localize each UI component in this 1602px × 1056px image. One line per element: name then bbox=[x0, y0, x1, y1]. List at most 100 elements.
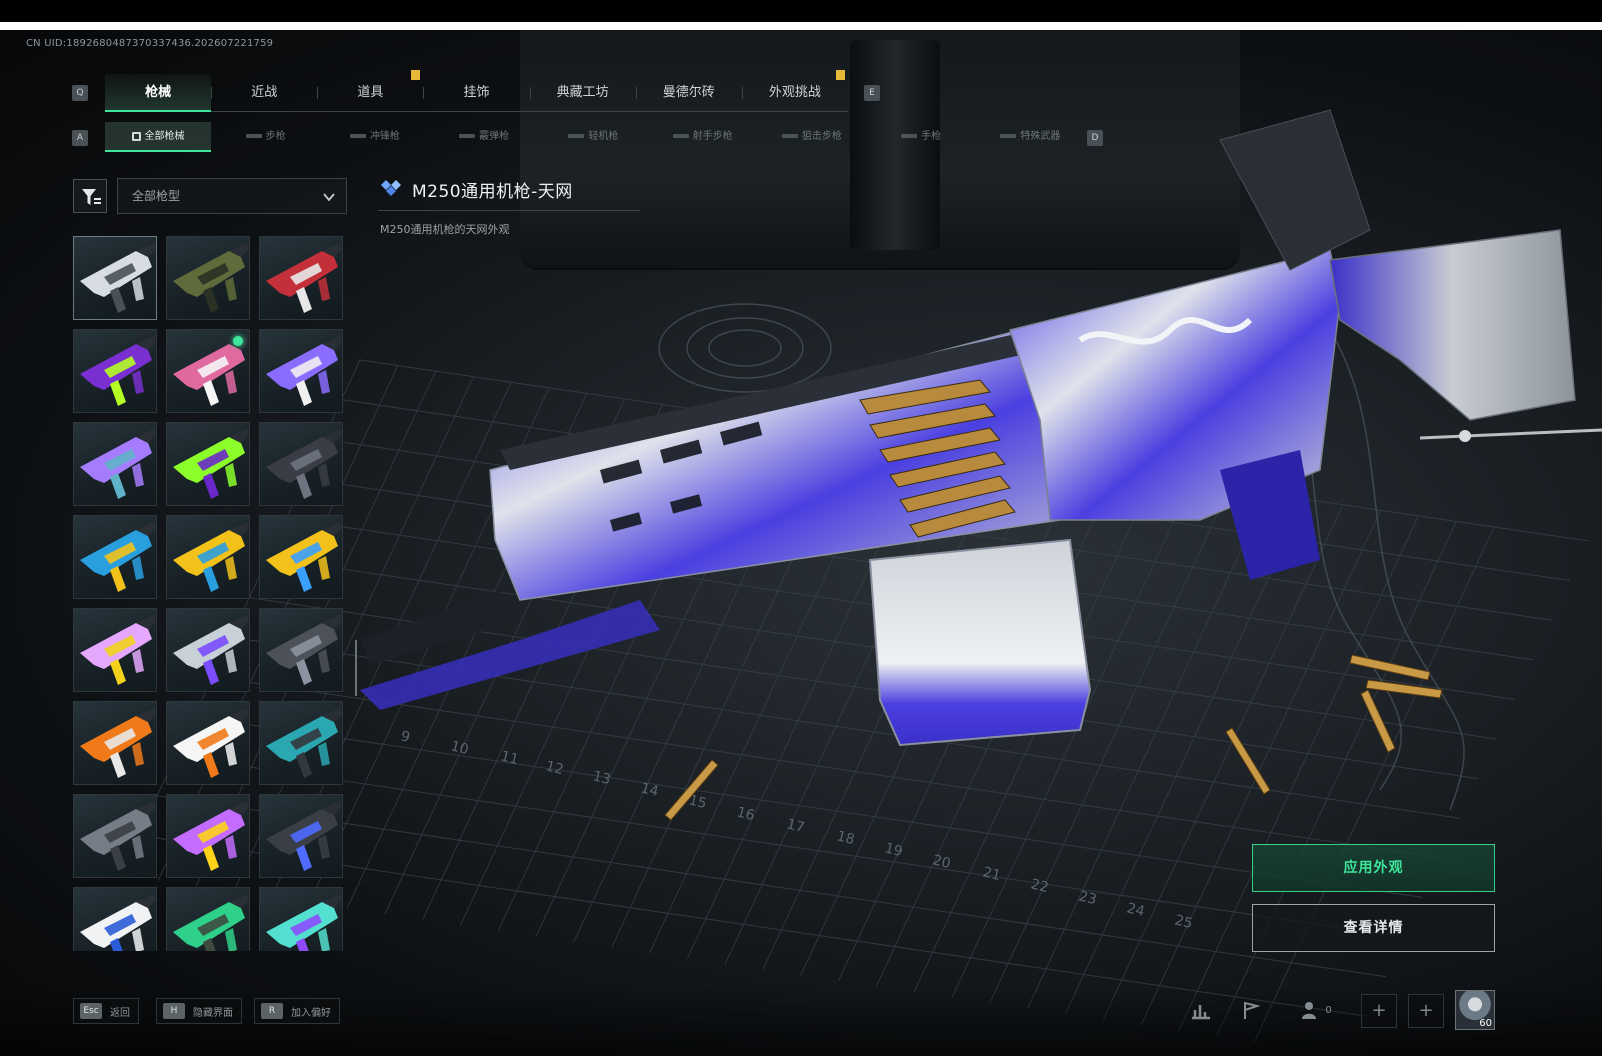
player-avatar[interactable]: 60 bbox=[1455, 990, 1495, 1030]
weapon-skin-thumbnail bbox=[266, 522, 342, 592]
tab-notification-badge bbox=[411, 70, 420, 80]
smg-icon bbox=[349, 134, 366, 138]
weapon-skin-thumbnail bbox=[266, 615, 342, 685]
skin-tile[interactable] bbox=[259, 794, 343, 878]
h-key: H bbox=[163, 1003, 185, 1019]
weapon-skin-thumbnail bbox=[173, 615, 249, 685]
skin-grid-scrollbar[interactable] bbox=[355, 640, 357, 696]
hide-ui-hint[interactable]: H 隐藏界面 bbox=[156, 998, 242, 1024]
weapon-skin-thumbnail bbox=[80, 336, 156, 406]
friends-counter[interactable]: 0 bbox=[1296, 996, 1336, 1024]
weapon-skin-thumbnail bbox=[266, 243, 342, 313]
weapon-skin-thumbnail bbox=[266, 894, 342, 951]
weapon-skin-thumbnail bbox=[173, 429, 249, 499]
skin-grid bbox=[73, 236, 343, 951]
subtab-sniper-rifle[interactable]: 狙击步枪 bbox=[757, 122, 866, 152]
subtab-all-firearms[interactable]: 全部枪械 bbox=[105, 122, 211, 152]
prev-subtab-key-hint[interactable]: A bbox=[72, 130, 88, 146]
tab-charms[interactable]: 挂饰 bbox=[423, 74, 529, 111]
filter-button[interactable] bbox=[73, 179, 107, 213]
tab-appearance-challenge[interactable]: 外观挑战 bbox=[741, 74, 848, 111]
shotgun-icon bbox=[459, 134, 476, 138]
tab-firearms[interactable]: 枪械 bbox=[105, 74, 212, 112]
skin-tile[interactable] bbox=[166, 236, 250, 320]
add-slot-button[interactable]: + bbox=[1408, 994, 1444, 1028]
skin-tile[interactable] bbox=[166, 422, 250, 506]
new-item-dot bbox=[233, 336, 243, 346]
prev-tab-key-hint[interactable]: Q bbox=[72, 85, 88, 101]
skin-tile[interactable] bbox=[259, 887, 343, 951]
skin-tile[interactable] bbox=[259, 515, 343, 599]
subtab-smg[interactable]: 冲锋枪 bbox=[320, 122, 429, 152]
skin-tile[interactable] bbox=[73, 236, 157, 320]
skin-tile[interactable] bbox=[73, 329, 157, 413]
skin-tile[interactable] bbox=[166, 329, 250, 413]
view-details-button[interactable]: 查看详情 bbox=[1252, 904, 1495, 952]
skin-tile[interactable] bbox=[166, 701, 250, 785]
weapon-skin-thumbnail bbox=[173, 894, 249, 951]
skin-tile[interactable] bbox=[166, 515, 250, 599]
flag-icon[interactable] bbox=[1236, 996, 1266, 1024]
weapon-skin-thumbnail bbox=[173, 243, 249, 313]
filter-funnel-icon bbox=[82, 189, 101, 205]
add-slot-button[interactable]: + bbox=[1361, 994, 1397, 1028]
tab-mandel-brick[interactable]: 曼德尔砖 bbox=[635, 74, 742, 111]
special-weapon-icon bbox=[1000, 134, 1017, 138]
back-hint[interactable]: Esc 返回 bbox=[73, 998, 139, 1024]
grid-icon bbox=[131, 131, 141, 141]
add-preference-hint[interactable]: R 加入偏好 bbox=[254, 998, 340, 1024]
weapon-skin-thumbnail bbox=[266, 708, 342, 778]
sniper-rifle-icon bbox=[781, 134, 798, 138]
skin-tile[interactable] bbox=[166, 887, 250, 951]
stats-chart-icon[interactable] bbox=[1186, 996, 1216, 1024]
tab-items[interactable]: 道具 bbox=[317, 74, 423, 111]
skin-tile[interactable] bbox=[73, 515, 157, 599]
pistol-icon bbox=[901, 134, 918, 138]
skin-tile[interactable] bbox=[73, 887, 157, 951]
tab-collection-workshop[interactable]: 典藏工坊 bbox=[529, 74, 636, 111]
skin-tile[interactable] bbox=[73, 701, 157, 785]
weapon-skin-thumbnail bbox=[173, 708, 249, 778]
marksman-rifle-icon bbox=[672, 134, 689, 138]
weapon-skin-thumbnail bbox=[266, 801, 342, 871]
skin-tile[interactable] bbox=[73, 794, 157, 878]
weapon-skin-thumbnail bbox=[80, 522, 156, 592]
subtab-marksman-rifle[interactable]: 射手步枪 bbox=[648, 122, 757, 152]
main-category-tabs: 枪械 近战 道具 挂饰 典藏工坊 曼德尔砖 外观挑战 bbox=[105, 74, 848, 112]
skin-tile[interactable] bbox=[259, 701, 343, 785]
lmg-icon bbox=[568, 134, 585, 138]
weapon-skin-thumbnail bbox=[266, 336, 342, 406]
weapon-skin-thumbnail bbox=[266, 429, 342, 499]
tab-notification-badge bbox=[836, 70, 845, 80]
weapon-type-tabs: 全部枪械 步枪 冲锋枪 霰弹枪 轻机枪 射手步枪 狙击步枪 手枪 特殊武器 bbox=[105, 122, 1085, 152]
dropdown-selected-value: 全部枪型 bbox=[132, 189, 181, 203]
skin-tile[interactable] bbox=[259, 422, 343, 506]
skin-tile[interactable] bbox=[259, 329, 343, 413]
r-key: R bbox=[261, 1003, 283, 1019]
next-tab-key-hint[interactable]: E bbox=[864, 85, 880, 101]
skin-tile[interactable] bbox=[73, 608, 157, 692]
skin-title-bar: M250通用机枪-天网 bbox=[378, 175, 640, 211]
weapon-skin-thumbnail bbox=[80, 708, 156, 778]
skin-tile[interactable] bbox=[166, 608, 250, 692]
weapon-skin-thumbnail bbox=[80, 615, 156, 685]
skin-tile[interactable] bbox=[259, 608, 343, 692]
skin-description: M250通用机枪的天网外观 bbox=[380, 223, 510, 236]
weapon-model-dropdown[interactable]: 全部枪型 bbox=[117, 178, 347, 214]
subtab-pistol[interactable]: 手枪 bbox=[867, 122, 976, 152]
next-subtab-key-hint[interactable]: D bbox=[1087, 130, 1103, 146]
subtab-shotgun[interactable]: 霰弹枪 bbox=[430, 122, 539, 152]
player-level: 60 bbox=[1479, 1018, 1492, 1029]
skin-tile[interactable] bbox=[166, 794, 250, 878]
skin-tile[interactable] bbox=[259, 236, 343, 320]
weapon-skin-thumbnail bbox=[80, 801, 156, 871]
subtab-special-weapon[interactable]: 特殊武器 bbox=[976, 122, 1085, 152]
skin-title: M250通用机枪-天网 bbox=[412, 182, 573, 202]
tab-melee[interactable]: 近战 bbox=[211, 74, 317, 111]
apply-appearance-button[interactable]: 应用外观 bbox=[1252, 844, 1495, 892]
subtab-lmg[interactable]: 轻机枪 bbox=[539, 122, 648, 152]
weapon-skin-thumbnail bbox=[80, 243, 156, 313]
subtab-rifle[interactable]: 步枪 bbox=[211, 122, 320, 152]
weapon-skin-thumbnail bbox=[80, 429, 156, 499]
skin-tile[interactable] bbox=[73, 422, 157, 506]
